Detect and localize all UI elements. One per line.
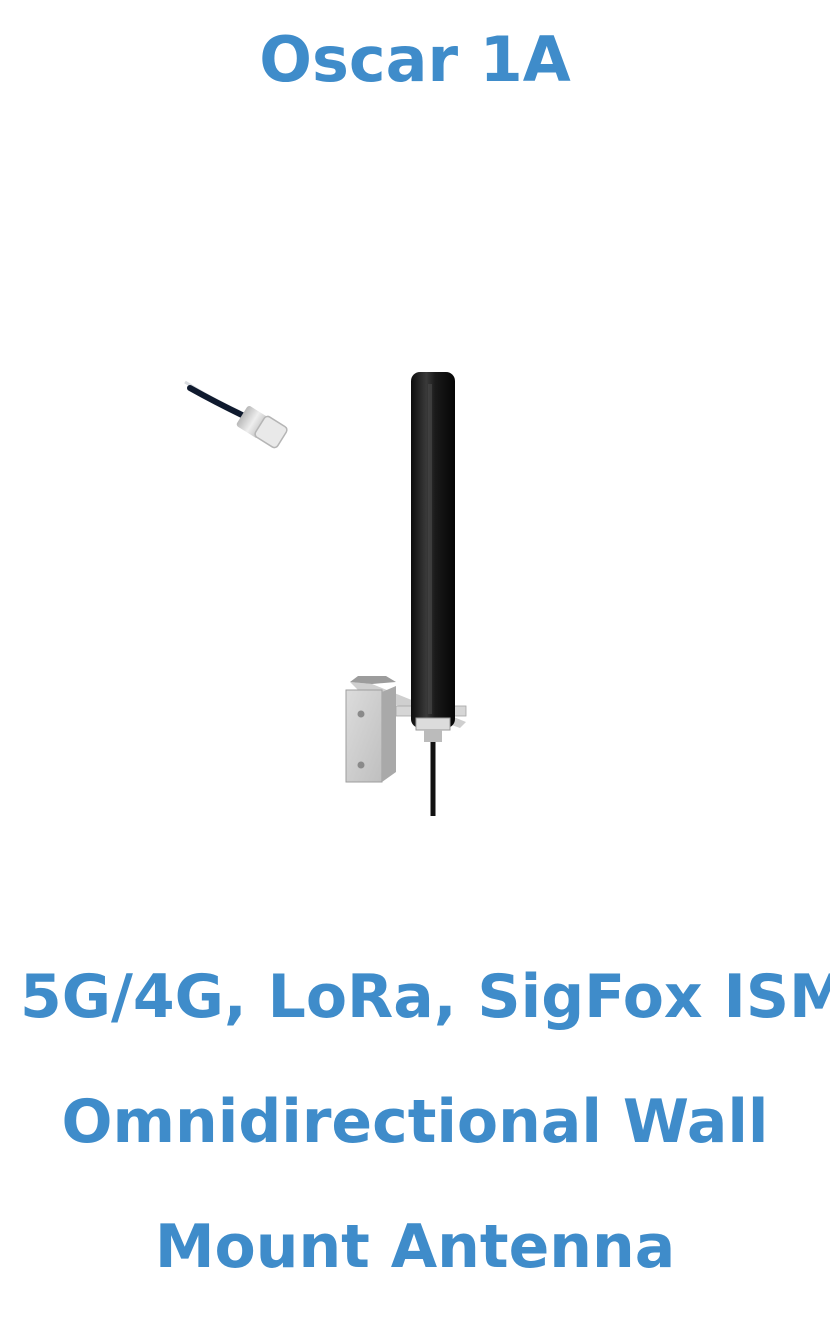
description-line: Mount Antenna <box>154 1212 676 1282</box>
product-image[interactable] <box>160 350 500 830</box>
product-title: Oscar 1A <box>259 23 571 96</box>
antenna-whip-icon <box>411 372 455 742</box>
product-description: 5G/4G, LoRa, SigFox ISM Omnidirectional … <box>20 935 830 1310</box>
cable-connector-icon <box>184 380 288 449</box>
antenna-product-photo <box>184 372 467 816</box>
description-line: Omnidirectional Wall <box>61 1087 769 1157</box>
description-line: 5G/4G, LoRa, SigFox ISM <box>20 962 830 1032</box>
